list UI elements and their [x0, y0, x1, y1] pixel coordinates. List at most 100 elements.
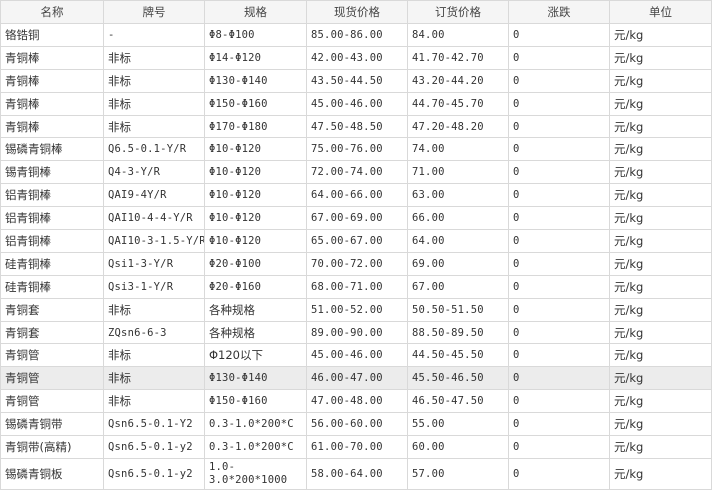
cell-grade: Qsi3-1-Y/R: [103, 274, 205, 299]
cell-spec: Φ170-Φ180: [204, 114, 307, 139]
cell-name: 青铜棒: [0, 114, 104, 139]
table-row: 青铜套 ZQsn6-6-3 各种规格 89.00-90.00 88.50-89.50 0 元…: [0, 320, 712, 345]
table-row: 青铜带(高精) Qsn6.5-0.1-y2 0.3-1.0*200*C 61.00-7…: [0, 435, 712, 459]
cell-spec: 0.3-1.0*200*C: [204, 412, 307, 437]
header-grade: 牌号: [103, 0, 205, 24]
cell-order-price: 60.00: [407, 435, 509, 459]
cell-order-price: 66.00: [407, 206, 509, 231]
cell-name: 青铜管: [0, 389, 104, 414]
cell-grade: 非标: [103, 297, 205, 322]
cell-name: 铝青铜棒: [0, 229, 104, 253]
cell-name: 青铜带(高精): [0, 435, 104, 459]
cell-change: 0: [508, 251, 610, 276]
cell-unit: 元/kg: [609, 389, 712, 414]
table-row: 铝青铜棒 QAI10-3-1.5-Y/R Φ10-Φ120 65.00-67.00 64…: [0, 229, 712, 253]
cell-unit: 元/kg: [609, 412, 712, 437]
cell-unit: 元/kg: [609, 251, 712, 276]
cell-spec: 各种规格: [204, 320, 307, 345]
cell-name: 锡磷青铜板: [0, 457, 104, 490]
cell-order-price: 41.70-42.70: [407, 45, 509, 70]
cell-spec: Φ20-Φ100: [204, 251, 307, 276]
cell-spot-price: 67.00-69.00: [306, 206, 408, 231]
cell-order-price: 74.00: [407, 137, 509, 162]
cell-change: 0: [508, 23, 610, 47]
cell-order-price: 63.00: [407, 183, 509, 208]
cell-spec: Φ14-Φ120: [204, 45, 307, 70]
cell-change: 0: [508, 274, 610, 299]
cell-name: 青铜管: [0, 343, 104, 368]
table-row: 青铜棒 非标 Φ150-Φ160 45.00-46.00 44.70-45.70 0 元/k…: [0, 91, 712, 116]
cell-name: 青铜套: [0, 320, 104, 345]
cell-spec: Φ8-Φ100: [204, 23, 307, 47]
cell-name: 锡青铜棒: [0, 160, 104, 185]
cell-change: 0: [508, 457, 610, 490]
cell-order-price: 50.50-51.50: [407, 297, 509, 322]
cell-unit: 元/kg: [609, 23, 712, 47]
cell-name: 青铜棒: [0, 91, 104, 116]
price-table: 名称 牌号 规格 现货价格 订货价格 涨跌 单位 铬锆铜 - Φ8-Φ100 85.0…: [0, 0, 712, 490]
cell-name: 青铜管: [0, 366, 104, 391]
header-order-price: 订货价格: [407, 0, 509, 24]
cell-change: 0: [508, 114, 610, 139]
cell-change: 0: [508, 45, 610, 70]
cell-order-price: 69.00: [407, 251, 509, 276]
table-row: 青铜棒 非标 Φ130-Φ140 43.50-44.50 43.20-44.20 0 元/k…: [0, 68, 712, 93]
table-header-row: 名称 牌号 规格 现货价格 订货价格 涨跌 单位: [0, 0, 712, 24]
cell-grade: ZQsn6-6-3: [103, 320, 205, 345]
cell-unit: 元/kg: [609, 457, 712, 490]
cell-name: 硅青铜棒: [0, 251, 104, 276]
cell-grade: Qsi1-3-Y/R: [103, 251, 205, 276]
cell-change: 0: [508, 366, 610, 391]
cell-spot-price: 47.00-48.00: [306, 389, 408, 414]
cell-spot-price: 46.00-47.00: [306, 366, 408, 391]
cell-spec: 各种规格: [204, 297, 307, 322]
cell-spec: Φ150-Φ160: [204, 91, 307, 116]
cell-name: 锡磷青铜棒: [0, 137, 104, 162]
table-row: 锡青铜棒 Q4-3-Y/R Φ10-Φ120 72.00-74.00 71.00 0 元/k…: [0, 160, 712, 185]
cell-order-price: 71.00: [407, 160, 509, 185]
cell-change: 0: [508, 297, 610, 322]
cell-order-price: 45.50-46.50: [407, 366, 509, 391]
cell-unit: 元/kg: [609, 68, 712, 93]
table-body: 铬锆铜 - Φ8-Φ100 85.00-86.00 84.00 0 元/kg 青铜棒 非标 Φ14…: [0, 23, 712, 490]
cell-spec: 0.3-1.0*200*C: [204, 435, 307, 459]
cell-grade: 非标: [103, 114, 205, 139]
cell-change: 0: [508, 389, 610, 414]
cell-change: 0: [508, 320, 610, 345]
cell-spot-price: 45.00-46.00: [306, 91, 408, 116]
cell-change: 0: [508, 160, 610, 185]
cell-spec: Φ10-Φ120: [204, 229, 307, 253]
cell-spot-price: 70.00-72.00: [306, 251, 408, 276]
cell-spot-price: 56.00-60.00: [306, 412, 408, 437]
cell-order-price: 88.50-89.50: [407, 320, 509, 345]
cell-spot-price: 51.00-52.00: [306, 297, 408, 322]
cell-spot-price: 89.00-90.00: [306, 320, 408, 345]
cell-unit: 元/kg: [609, 45, 712, 70]
cell-spec: Φ130-Φ140: [204, 366, 307, 391]
table-row: 硅青铜棒 Qsi1-3-Y/R Φ20-Φ100 70.00-72.00 69.00 0 元…: [0, 251, 712, 276]
cell-grade: 非标: [103, 68, 205, 93]
cell-spot-price: 43.50-44.50: [306, 68, 408, 93]
table-row: 青铜套 非标 各种规格 51.00-52.00 50.50-51.50 0 元/kg: [0, 297, 712, 322]
cell-unit: 元/kg: [609, 343, 712, 368]
table-row: 锡磷青铜棒 Q6.5-0.1-Y/R Φ10-Φ120 75.00-76.00 74.0…: [0, 137, 712, 162]
cell-unit: 元/kg: [609, 91, 712, 116]
cell-order-price: 84.00: [407, 23, 509, 47]
cell-spec: Φ130-Φ140: [204, 68, 307, 93]
table-row: 青铜管 非标 Φ120以下 45.00-46.00 44.50-45.50 0 元/kg: [0, 343, 712, 368]
table-row: 锡磷青铜带 Qsn6.5-0.1-Y2 0.3-1.0*200*C 56.00-60.…: [0, 412, 712, 437]
cell-unit: 元/kg: [609, 114, 712, 139]
cell-change: 0: [508, 435, 610, 459]
cell-name: 铝青铜棒: [0, 183, 104, 208]
cell-spot-price: 58.00-64.00: [306, 457, 408, 490]
cell-spec: Φ10-Φ120: [204, 160, 307, 185]
cell-unit: 元/kg: [609, 206, 712, 231]
cell-grade: QAI10-4-4-Y/R: [103, 206, 205, 231]
cell-unit: 元/kg: [609, 435, 712, 459]
cell-grade: Qsn6.5-0.1-y2: [103, 435, 205, 459]
cell-order-price: 57.00: [407, 457, 509, 490]
cell-change: 0: [508, 343, 610, 368]
cell-grade: Qsn6.5-0.1-y2: [103, 457, 205, 490]
cell-name: 青铜棒: [0, 45, 104, 70]
cell-grade: -: [103, 23, 205, 47]
